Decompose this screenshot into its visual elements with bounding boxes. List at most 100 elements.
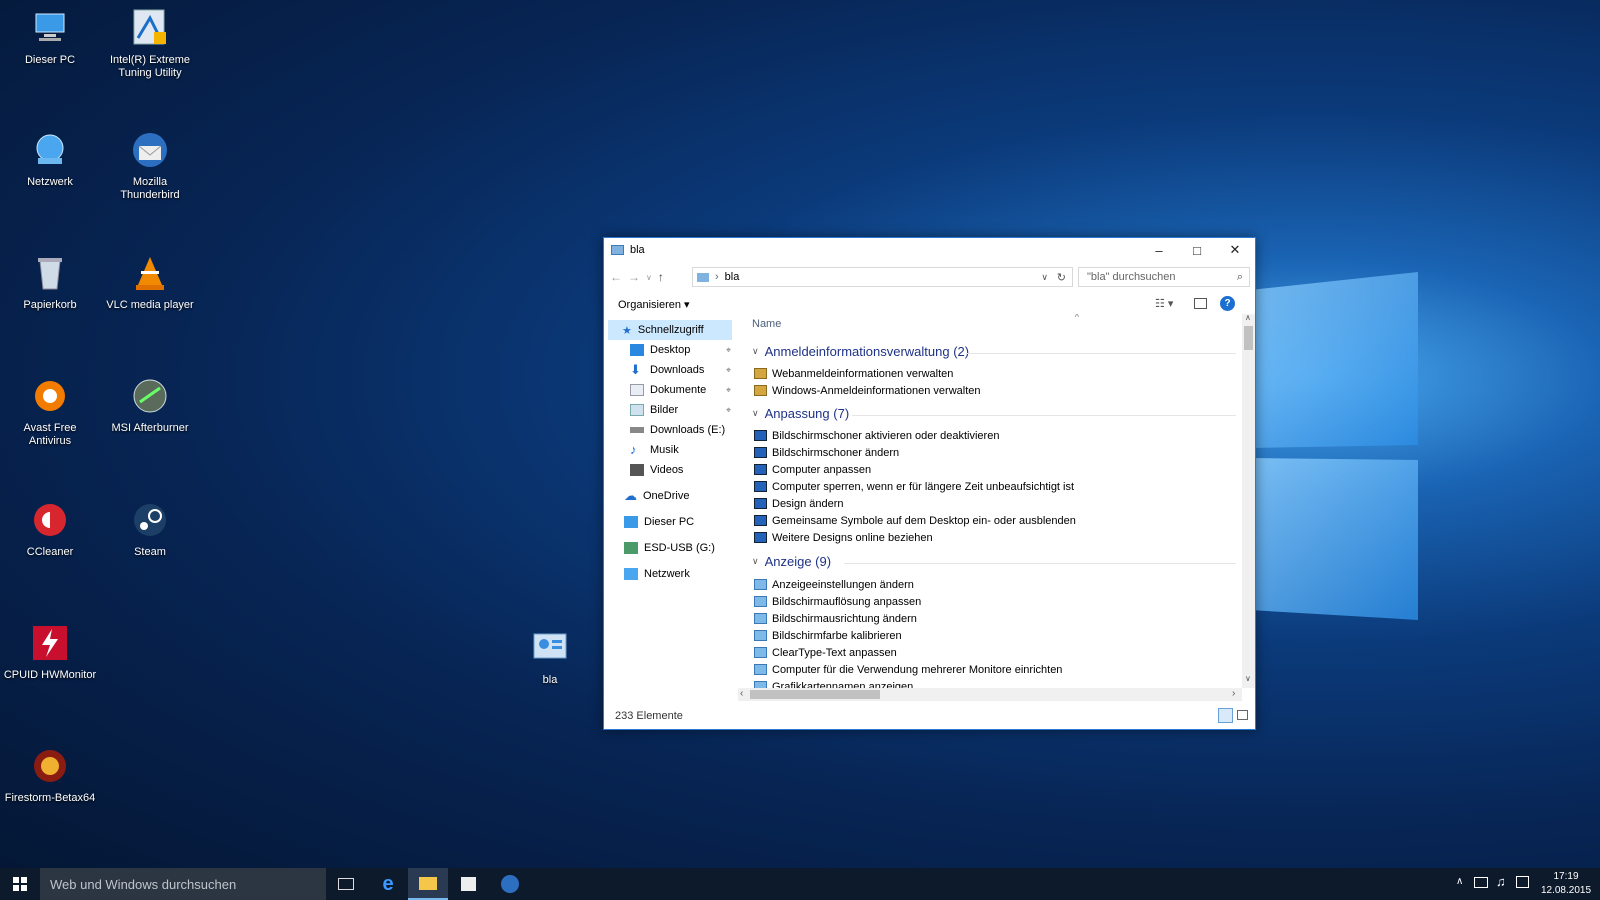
list-item[interactable]: Bildschirmschoner aktivieren oder deakti… — [754, 427, 999, 444]
view-options-icon[interactable]: ☷ ▾ — [1155, 297, 1173, 310]
list-item[interactable]: Bildschirmausrichtung ändern — [754, 610, 917, 627]
explorer-window[interactable]: bla – □ ✕ ← → ∨ ↑ › bla ∨ ↻ "bla" durchs… — [603, 237, 1256, 730]
desktop-icon-vlc[interactable]: VLC media player — [102, 253, 198, 312]
desktop-icon-thunderbird[interactable]: Mozilla Thunderbird — [102, 130, 198, 202]
breadcrumb-bla[interactable]: bla — [725, 271, 740, 283]
nav-item-downloads-e[interactable]: Downloads (E:) — [630, 420, 730, 440]
list-item[interactable]: Bildschirmfarbe kalibrieren — [754, 627, 902, 644]
scrollbar-thumb[interactable] — [1244, 326, 1253, 350]
tray-overflow-chevron-icon[interactable]: ∧ — [1456, 876, 1463, 887]
list-item[interactable]: Design ändern — [754, 495, 844, 512]
nav-item-quick-access[interactable]: ★ Schnellzugriff — [608, 320, 732, 340]
recent-dropdown-icon[interactable]: ∨ — [646, 273, 652, 282]
address-dropdown-icon[interactable]: ∨ — [1041, 272, 1048, 283]
taskbar-thunderbird[interactable] — [490, 868, 530, 900]
list-item[interactable]: Windows-Anmeldeinformationen verwalten — [754, 382, 980, 399]
desktop-icon-label: Dieser PC — [24, 54, 76, 66]
address-bar[interactable]: › bla ∨ ↻ — [692, 267, 1073, 287]
nav-item-network[interactable]: Netzwerk — [624, 564, 730, 584]
scrollbar-thumb[interactable] — [750, 690, 880, 699]
network-tray-icon[interactable] — [1474, 877, 1488, 888]
task-view-button[interactable] — [326, 868, 366, 900]
preview-pane-icon[interactable] — [1194, 298, 1207, 309]
folder-icon — [419, 876, 437, 890]
desktop-icon-netzwerk[interactable]: Netzwerk — [2, 130, 98, 189]
nav-item-pictures[interactable]: Bilder ⌖ — [630, 400, 731, 420]
pictures-icon — [630, 404, 644, 416]
back-arrow-icon[interactable]: ← — [610, 270, 622, 284]
list-item-label: Computer sperren, wenn er für längere Ze… — [772, 480, 1075, 493]
minimize-button[interactable]: – — [1140, 238, 1178, 262]
group-header-credentials[interactable]: ∨ Anmeldeinformationsverwaltung (2) — [752, 344, 1236, 359]
desktop-icon-bla[interactable]: bla — [502, 628, 598, 687]
nav-item-usb[interactable]: ESD-USB (G:) — [624, 538, 730, 558]
details-view-icon[interactable] — [1218, 708, 1233, 723]
desktop-icon-intel-xtu[interactable]: Intel(R) Extreme Tuning Utility — [102, 8, 198, 80]
up-arrow-icon[interactable]: ↑ — [658, 270, 664, 284]
forward-arrow-icon[interactable]: → — [628, 270, 640, 284]
vertical-scrollbar[interactable]: ∧ ∨ — [1242, 313, 1255, 688]
list-item[interactable]: Gemeinsame Symbole auf dem Desktop ein- … — [754, 512, 1076, 529]
list-item[interactable]: Bildschirmschoner ändern — [754, 444, 899, 461]
thunderbird-icon — [501, 875, 519, 893]
nav-item-onedrive[interactable]: ☁ OneDrive — [624, 486, 730, 506]
taskbar-edge[interactable]: e — [368, 868, 408, 900]
horizontal-scrollbar[interactable]: ‹ › — [738, 688, 1242, 701]
taskbar-search-input[interactable]: Web und Windows durchsuchen — [40, 868, 326, 900]
close-button[interactable]: ✕ — [1216, 238, 1254, 262]
taskbar-store[interactable] — [448, 868, 488, 900]
start-button[interactable] — [0, 868, 40, 900]
star-icon: ★ — [622, 324, 632, 337]
nav-item-music[interactable]: ♪ Musik — [630, 440, 730, 460]
desktop-icon-papierkorb[interactable]: Papierkorb — [2, 253, 98, 312]
large-icons-view-icon[interactable] — [1237, 710, 1248, 720]
window-title: bla — [630, 244, 645, 256]
desktop-icon-msi-afterburner[interactable]: MSI Afterburner — [102, 376, 198, 435]
desktop-icon-avast[interactable]: Avast Free Antivirus — [2, 376, 98, 448]
desktop-icon-steam[interactable]: Steam — [102, 500, 198, 559]
desktop-icon-dieser-pc[interactable]: Dieser PC — [2, 8, 98, 67]
list-item[interactable]: Computer anpassen — [754, 461, 871, 478]
nav-item-downloads[interactable]: ⬇ Downloads ⌖ — [630, 360, 731, 380]
desktop-icon-label: bla — [542, 674, 558, 686]
taskbar-explorer[interactable] — [408, 868, 448, 900]
display-icon — [754, 596, 767, 607]
clock[interactable]: 17:19 12.08.2015 — [1538, 870, 1594, 898]
list-item[interactable]: Weitere Designs online beziehen — [754, 529, 933, 546]
window-titlebar[interactable]: bla – □ ✕ — [604, 238, 1255, 262]
desktop-icon-hwmonitor[interactable]: CPUID HWMonitor — [2, 623, 98, 682]
list-item[interactable]: Bildschirmauflösung anpassen — [754, 593, 921, 610]
maximize-button[interactable]: □ — [1178, 238, 1216, 262]
list-item[interactable]: Computer sperren, wenn er für längere Ze… — [754, 478, 1074, 495]
vlc-icon — [130, 253, 170, 293]
search-input[interactable]: "bla" durchsuchen ⌕ — [1078, 267, 1250, 287]
nav-label: Schnellzugriff — [637, 324, 704, 336]
scroll-right-icon[interactable]: › — [1232, 688, 1235, 699]
store-bag-icon — [460, 877, 476, 891]
list-item[interactable]: Webanmeldeinformationen verwalten — [754, 365, 953, 382]
action-center-icon[interactable] — [1516, 876, 1529, 888]
desktop-icon-firestorm[interactable]: Firestorm-Betax64 — [2, 746, 98, 805]
nav-item-videos[interactable]: Videos — [630, 460, 730, 480]
help-icon[interactable]: ? — [1220, 296, 1235, 311]
search-icon[interactable]: ⌕ — [1237, 271, 1243, 284]
list-item[interactable]: ClearType-Text anpassen — [754, 644, 897, 661]
column-header-name[interactable]: Name ∧ — [752, 314, 1232, 336]
desktop-icon-ccleaner[interactable]: CCleaner — [2, 500, 98, 559]
display-icon — [754, 613, 767, 624]
group-header-personalization[interactable]: ∨ Anpassung (7) — [752, 406, 1236, 421]
list-item[interactable]: Anzeigeeinstellungen ändern — [754, 576, 914, 593]
group-header-display[interactable]: ∨ Anzeige (9) — [752, 554, 1236, 569]
list-item-label: Bildschirmausrichtung ändern — [772, 612, 917, 625]
nav-item-this-pc[interactable]: Dieser PC — [624, 512, 730, 532]
list-item[interactable]: Computer für die Verwendung mehrerer Mon… — [754, 661, 1062, 678]
scroll-up-icon[interactable]: ∧ — [1245, 313, 1251, 322]
personalization-icon — [754, 498, 767, 509]
scroll-left-icon[interactable]: ‹ — [740, 688, 743, 699]
nav-item-documents[interactable]: Dokumente ⌖ — [630, 380, 731, 400]
organize-button[interactable]: Organisieren ▾ — [618, 298, 690, 311]
scroll-down-icon[interactable]: ∨ — [1245, 674, 1251, 683]
refresh-icon[interactable]: ↻ — [1057, 271, 1066, 284]
volume-icon[interactable]: ♫ — [1496, 874, 1506, 889]
nav-item-desktop[interactable]: Desktop ⌖ — [630, 340, 731, 360]
